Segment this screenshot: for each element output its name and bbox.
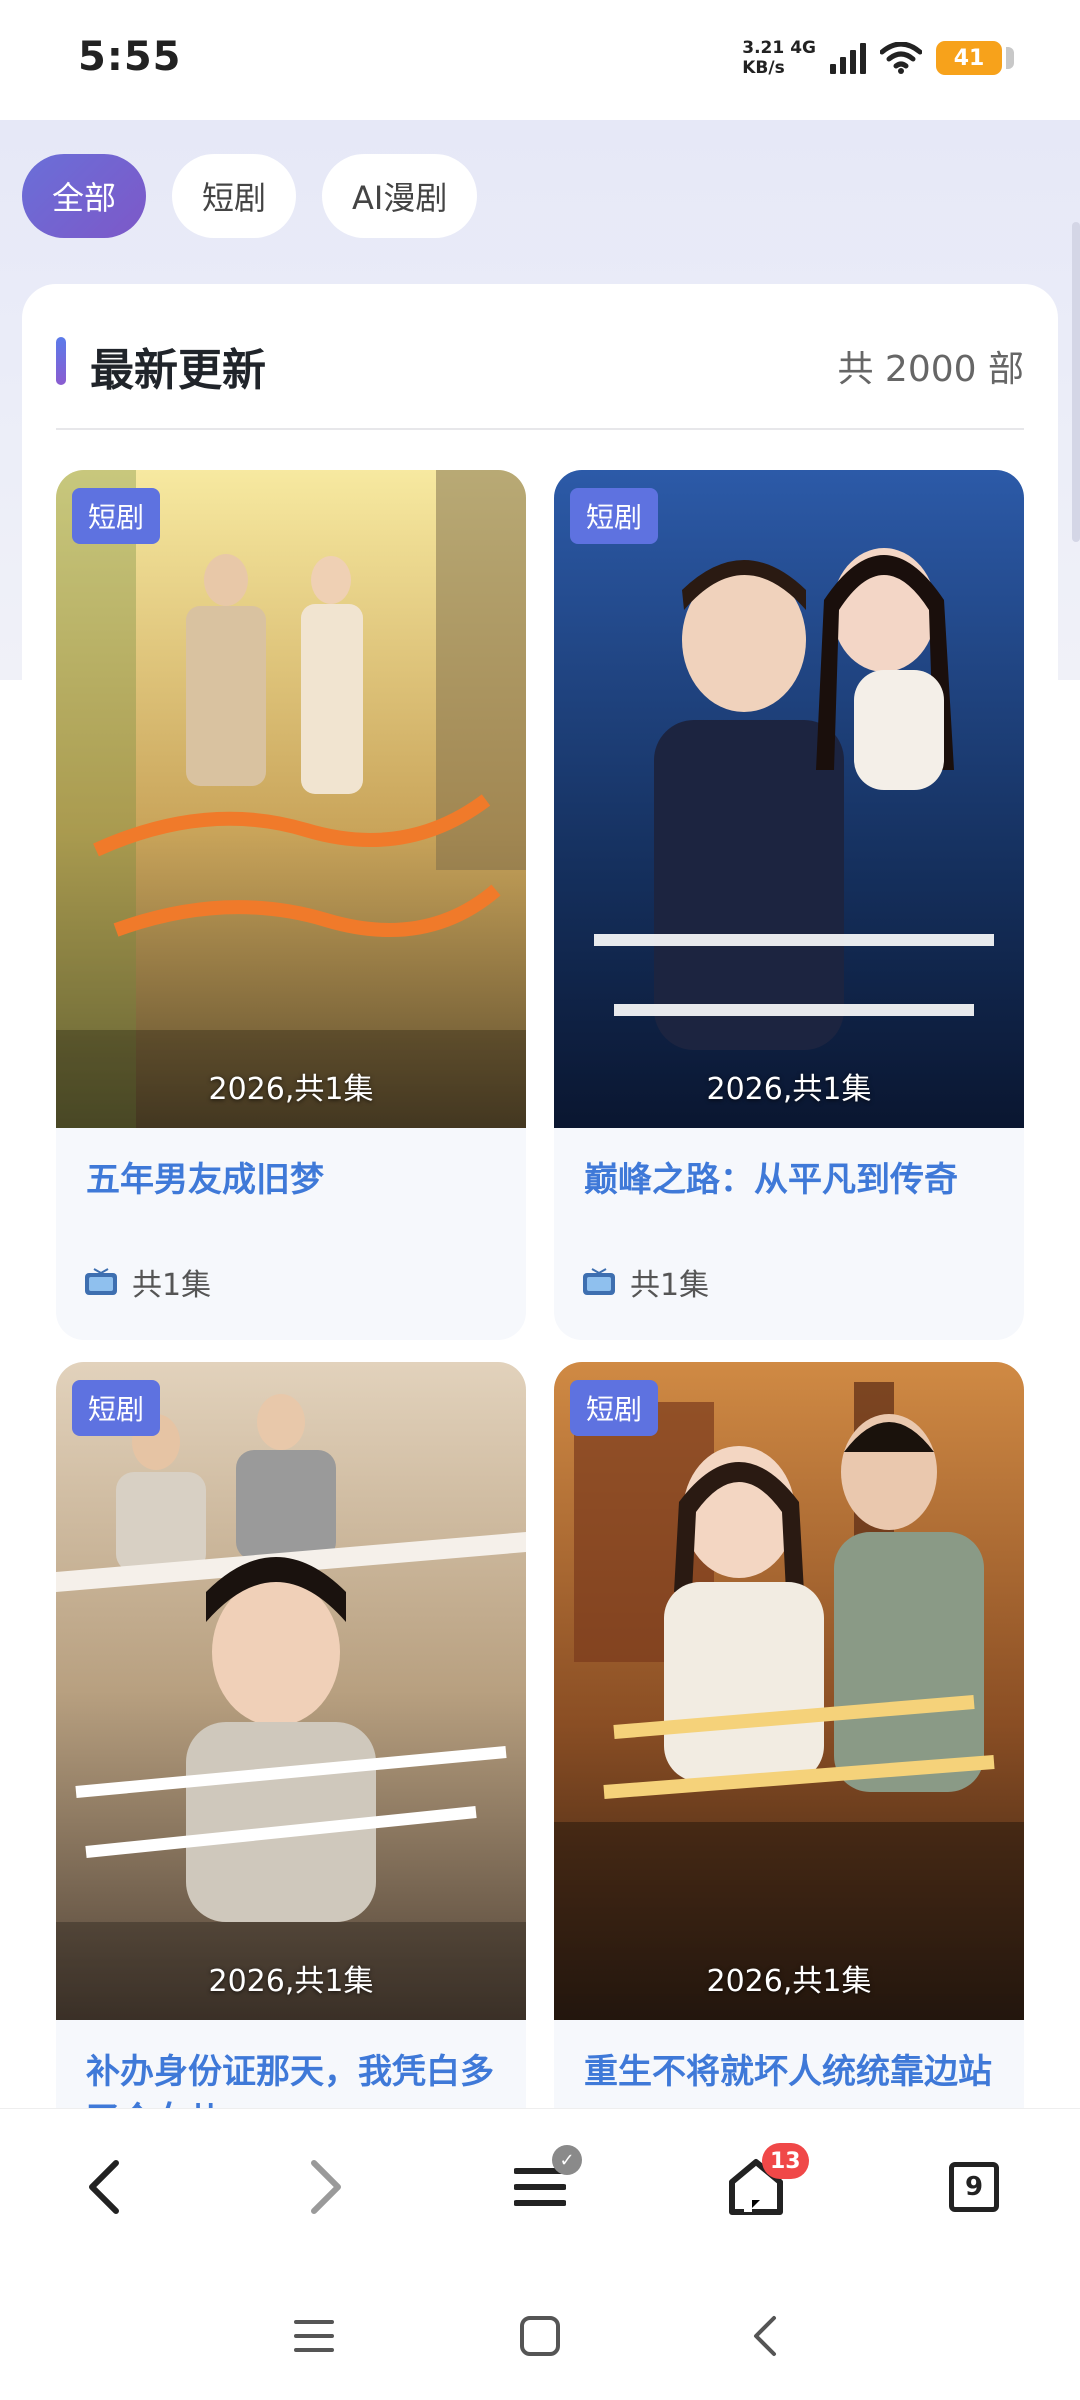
drama-title[interactable]: 五年男友成旧梦 (86, 1156, 506, 1204)
tab-short-drama[interactable]: 短剧 (172, 154, 297, 238)
tab-ai-comic[interactable]: AI漫剧 (322, 154, 478, 238)
poster-image[interactable]: 短剧 2026,共1集 (554, 1362, 1024, 2020)
home-badge: 13 (762, 2143, 809, 2179)
genre-tag: 短剧 (72, 1380, 161, 1436)
poster-image[interactable]: 短剧 2026,共1集 (56, 1362, 526, 2020)
status-bar: 5:55 3.21 4G KB/s 41 (0, 0, 1080, 120)
browser-toolbar: ✓ 13 9 (0, 2108, 1080, 2270)
recent-apps-icon[interactable] (284, 2306, 344, 2366)
genre-tag: 短剧 (72, 488, 161, 544)
tv-icon (85, 1268, 117, 1295)
home-icon[interactable]: 13 (714, 2143, 809, 2229)
poster-meta: 2026,共1集 (706, 1964, 872, 1999)
poster-image[interactable]: 短剧 2026,共1集 (56, 470, 526, 1128)
episode-info: 共1集 (582, 1260, 709, 1304)
section-count: 共 2000 部 (837, 349, 1024, 390)
status-time: 5:55 (78, 34, 182, 80)
net-speed-unit: KB/s (742, 58, 785, 78)
scrollbar[interactable] (1072, 222, 1080, 542)
drama-card[interactable]: 短剧 2026,共1集 五年男友成旧梦 共1集 (56, 470, 526, 1340)
latest-updates-card: 最新更新 共 2000 部 短剧 2026,共1集 五年男友成旧梦 共1集 短剧… (22, 284, 1058, 2232)
poster-image[interactable]: 短剧 2026,共1集 (554, 470, 1024, 1128)
system-back-icon[interactable] (736, 2306, 796, 2366)
category-tabs: 全部 短剧 AI漫剧 (22, 154, 478, 238)
divider (56, 428, 1024, 430)
poster-meta: 2026,共1集 (208, 1964, 374, 1999)
episode-count: 共1集 (132, 1268, 212, 1303)
poster-meta: 2026,共1集 (706, 1072, 872, 1107)
battery-indicator: 41 (936, 41, 1014, 75)
home-square-icon[interactable] (510, 2306, 570, 2366)
menu-icon[interactable]: ✓ (498, 2145, 582, 2229)
episode-info: 共1集 (84, 1260, 211, 1304)
tabs-icon[interactable]: 9 (932, 2145, 1016, 2229)
back-icon[interactable] (62, 2145, 146, 2229)
tab-count: 9 (949, 2162, 999, 2212)
system-navigation (0, 2270, 1080, 2400)
tv-icon (583, 1268, 615, 1295)
drama-title[interactable]: 巅峰之路：从平凡到传奇 (584, 1156, 1004, 1204)
forward-icon[interactable] (284, 2145, 368, 2229)
wifi-icon (880, 42, 922, 74)
check-badge-icon: ✓ (552, 2145, 582, 2175)
section-title: 最新更新 (90, 345, 266, 396)
tab-all[interactable]: 全部 (22, 154, 147, 238)
signal-icon (830, 42, 866, 74)
genre-tag: 短剧 (570, 1380, 659, 1436)
status-icons: 3.21 4G KB/s 41 (742, 32, 1014, 84)
drama-title[interactable]: 重生不将就坏人统统靠边站 (584, 2048, 1004, 2096)
section-header: 最新更新 共 2000 部 (56, 328, 1024, 396)
net-speed-value: 3.21 (742, 38, 785, 58)
section-accent-bar (56, 337, 66, 385)
network-type: 4G (790, 38, 816, 58)
poster-meta: 2026,共1集 (208, 1072, 374, 1107)
episode-count: 共1集 (630, 1268, 710, 1303)
drama-card[interactable]: 短剧 2026,共1集 补办身份证那天，我凭白多了个女儿 (56, 1362, 526, 2232)
drama-card[interactable]: 短剧 2026,共1集 巅峰之路：从平凡到传奇 共1集 (554, 470, 1024, 1340)
genre-tag: 短剧 (570, 488, 659, 544)
network-speed: 3.21 4G KB/s (742, 38, 816, 78)
drama-card[interactable]: 短剧 2026,共1集 重生不将就坏人统统靠边站 (554, 1362, 1024, 2232)
